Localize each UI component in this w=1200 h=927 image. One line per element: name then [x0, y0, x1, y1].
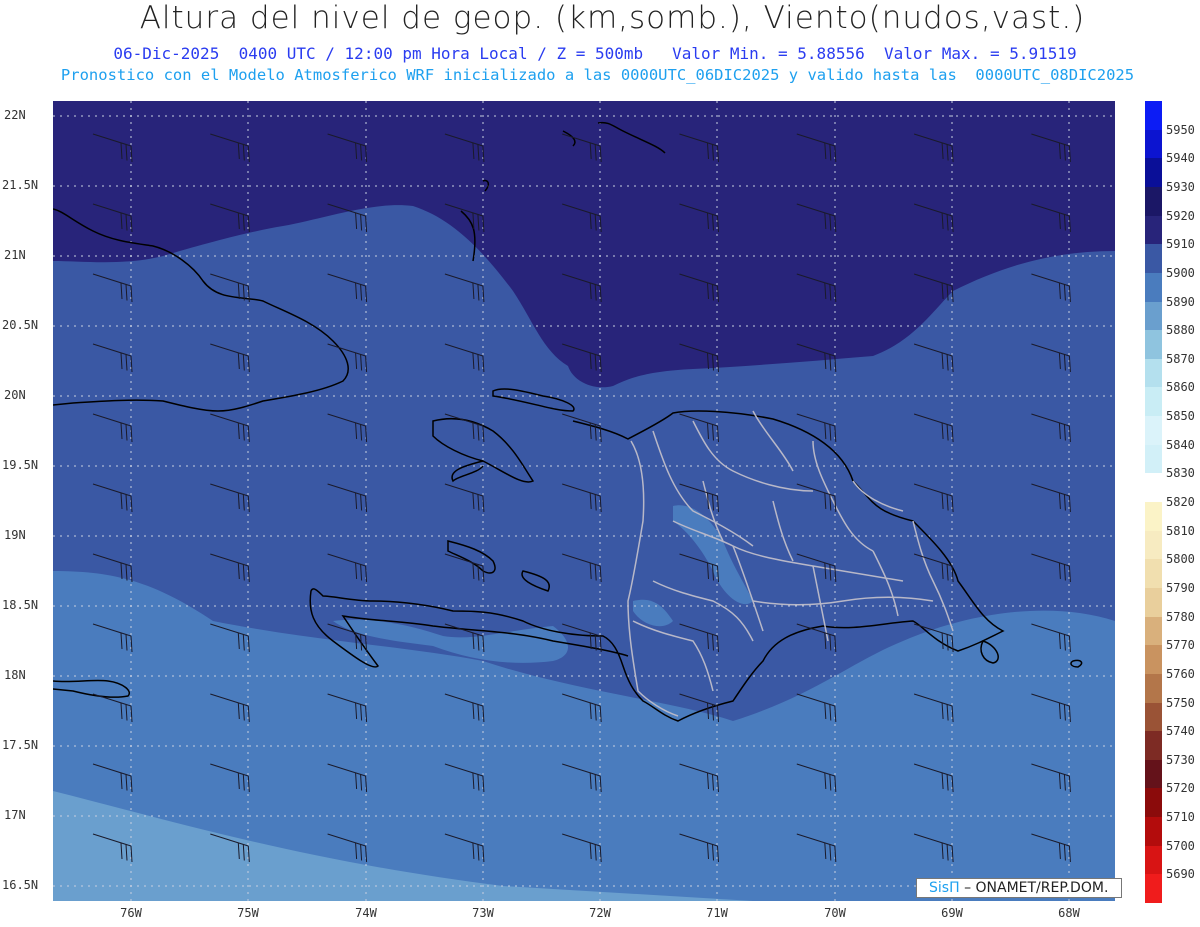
colorbar-swatch [1145, 101, 1162, 131]
colorbar-label: 5940 [1166, 151, 1195, 166]
colorbar-swatch [1145, 387, 1162, 417]
colorbar-label: 5880 [1166, 323, 1195, 338]
lat-label: 21.5N [2, 178, 39, 192]
colorbar-label: 5800 [1166, 552, 1195, 567]
lon-label: 74W [355, 906, 377, 920]
lon-label: 73W [472, 906, 494, 920]
colorbar-label: 5720 [1166, 781, 1195, 796]
lat-label: 22N [4, 108, 26, 122]
colorbar-swatch [1145, 186, 1162, 217]
map-area[interactable] [53, 101, 1115, 901]
colorbar-label: 5830 [1166, 466, 1195, 481]
colorbar-swatch [1145, 645, 1162, 675]
colorbar-swatch [1145, 587, 1162, 618]
colorbar-swatch [1145, 845, 1162, 875]
lon-label: 72W [589, 906, 611, 920]
map-canvas [53, 101, 1115, 901]
colorbar-swatch [1145, 444, 1162, 474]
colorbar-label: 5860 [1166, 380, 1195, 395]
colorbar-label: 5690 [1166, 867, 1195, 882]
colorbar-swatch [1145, 788, 1162, 818]
lat-label: 17N [4, 808, 26, 822]
lat-label: 17.5N [2, 738, 39, 752]
colorbar-label: 5730 [1166, 752, 1195, 767]
colorbar-swatch [1145, 616, 1162, 646]
colorbar-label: 5780 [1166, 609, 1195, 624]
lon-label: 70W [824, 906, 846, 920]
colorbar-swatch [1145, 817, 1162, 847]
lat-label: 16.5N [2, 878, 39, 892]
colorbar-swatch [1145, 158, 1162, 188]
sispi-logo: SisΠ [929, 880, 960, 896]
colorbar-swatch [1145, 416, 1162, 446]
colorbar-label: 5840 [1166, 437, 1195, 452]
colorbar-swatch [1145, 330, 1162, 360]
colorbar-label: 5790 [1166, 580, 1195, 595]
lat-label: 19N [4, 528, 26, 542]
colorbar-swatch [1145, 874, 1162, 904]
lon-label: 75W [237, 906, 259, 920]
subtitle-model-run: Pronostico con el Modelo Atmosferico WRF… [60, 66, 1135, 84]
lon-label: 76W [120, 906, 142, 920]
colorbar-swatch [1145, 473, 1162, 503]
colorbar-swatch [1145, 129, 1162, 159]
lat-label: 20.5N [2, 318, 39, 332]
colorbar-label: 5920 [1166, 208, 1195, 223]
colorbar-swatch [1145, 244, 1162, 274]
lon-label: 71W [706, 906, 728, 920]
colorbar [1145, 101, 1162, 904]
colorbar-label: 5870 [1166, 351, 1195, 366]
colorbar-label: 5910 [1166, 237, 1195, 252]
colorbar-swatch [1145, 673, 1162, 703]
lat-label: 18.5N [2, 598, 39, 612]
colorbar-swatch [1145, 530, 1162, 560]
colorbar-swatch [1145, 272, 1162, 302]
colorbar-swatch [1145, 731, 1162, 761]
colorbar-swatch [1145, 559, 1162, 589]
colorbar-label: 5740 [1166, 724, 1195, 739]
colorbar-label: 5820 [1166, 495, 1195, 509]
credit-text: – ONAMET/REP.DOM. [964, 880, 1109, 896]
subtitle-date-level: 06-Dic-2025 0400 UTC / 12:00 pm Hora Loc… [113, 44, 1077, 63]
map-title: Altura del nivel de geop. (km,somb.), Vi… [139, 0, 1086, 36]
lat-label: 19.5N [2, 458, 39, 472]
lon-label: 69W [941, 906, 963, 920]
colorbar-swatch [1145, 301, 1162, 331]
colorbar-label: 5760 [1166, 666, 1195, 681]
colorbar-swatch [1145, 702, 1162, 732]
colorbar-swatch [1145, 358, 1162, 388]
colorbar-label: 5930 [1166, 179, 1195, 194]
lat-label: 20N [4, 388, 26, 402]
lat-label: 18N [4, 668, 26, 682]
colorbar-label: 5700 [1166, 838, 1195, 853]
colorbar-label: 5810 [1166, 523, 1195, 538]
lat-label: 21N [4, 248, 26, 262]
colorbar-label: 5710 [1166, 810, 1195, 825]
colorbar-label: 5950 [1166, 122, 1195, 137]
colorbar-swatch [1145, 759, 1162, 789]
colorbar-swatch [1145, 502, 1162, 532]
colorbar-label: 5770 [1166, 638, 1195, 653]
colorbar-label: 5900 [1166, 265, 1195, 280]
lon-label: 68W [1058, 906, 1080, 920]
colorbar-swatch [1145, 215, 1162, 245]
colorbar-label: 5890 [1166, 294, 1195, 309]
colorbar-label: 5850 [1166, 409, 1195, 424]
colorbar-label: 5750 [1166, 695, 1195, 710]
credit-box: SisΠ – ONAMET/REP.DOM. [916, 878, 1122, 898]
